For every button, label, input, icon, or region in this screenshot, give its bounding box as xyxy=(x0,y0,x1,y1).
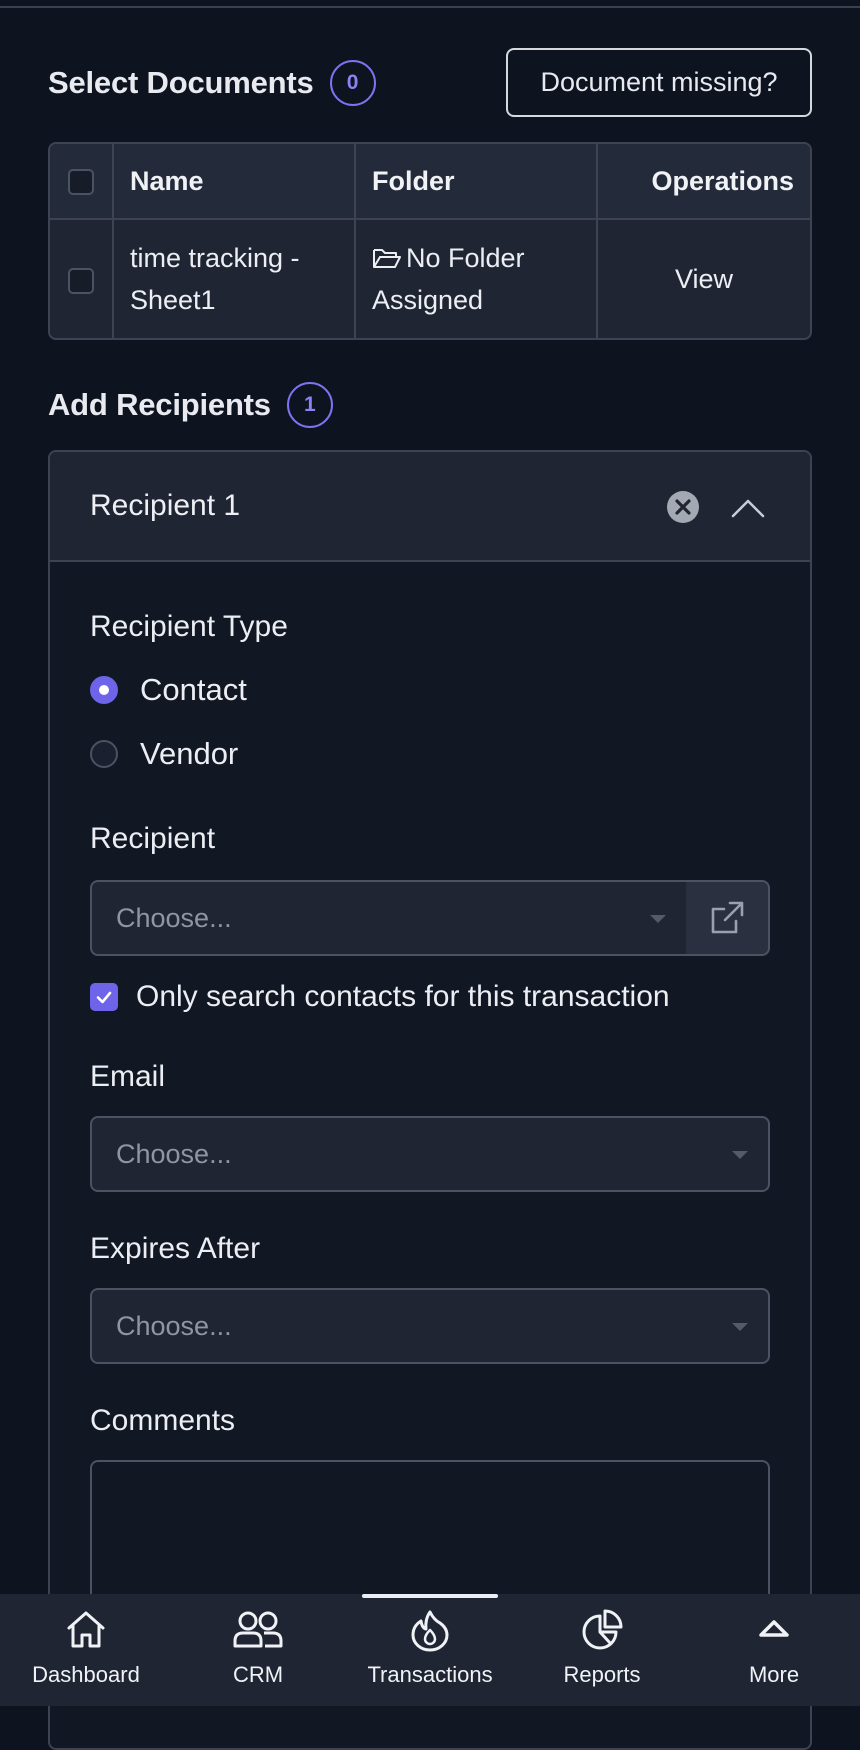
column-header-operations: Operations xyxy=(597,144,810,220)
add-recipients-header: Add Recipients 1 xyxy=(48,382,333,428)
documents-count-badge: 0 xyxy=(329,60,376,106)
section-title: Add Recipients xyxy=(48,387,271,422)
checkmark-icon xyxy=(96,991,112,1004)
nav-label: Transactions xyxy=(367,1662,493,1687)
column-header-folder[interactable]: Folder xyxy=(355,144,598,220)
top-divider xyxy=(0,6,860,8)
row-select-cell xyxy=(50,219,114,338)
nav-label: More xyxy=(748,1662,800,1687)
nav-label: Dashboard xyxy=(32,1662,140,1687)
radio-contact-label: Contact xyxy=(140,672,247,707)
recipient-select[interactable]: Choose... xyxy=(90,880,688,956)
chevron-up-icon xyxy=(759,1620,789,1637)
nav-crm[interactable]: CRM xyxy=(172,1594,344,1706)
only-contacts-checkbox[interactable] xyxy=(90,983,118,1011)
email-placeholder: Choose... xyxy=(116,1138,232,1169)
expires-placeholder: Choose... xyxy=(116,1310,232,1341)
nav-label: Reports xyxy=(563,1662,641,1687)
bottom-navigation: Dashboard CRM Transactions Reports More xyxy=(0,1594,860,1706)
nav-dashboard[interactable]: Dashboard xyxy=(0,1594,172,1706)
caret-down-icon xyxy=(732,1323,748,1331)
chevron-up-icon[interactable] xyxy=(730,490,766,526)
recipients-count-badge: 1 xyxy=(286,382,333,428)
open-external-button[interactable] xyxy=(686,880,770,956)
radio-vendor-label: Vendor xyxy=(140,736,239,771)
table-row: time tracking - Sheet1 No Folder Assigne… xyxy=(50,219,810,338)
email-select[interactable]: Choose... xyxy=(90,1116,770,1192)
row-checkbox[interactable] xyxy=(68,267,94,294)
radio-vendor-input[interactable] xyxy=(90,740,118,768)
active-indicator xyxy=(362,1594,498,1598)
caret-down-icon xyxy=(732,1151,748,1159)
radio-vendor[interactable]: Vendor xyxy=(90,736,238,772)
expires-after-label: Expires After xyxy=(90,1232,261,1265)
recipient-label: Recipient xyxy=(90,822,216,855)
column-header-name[interactable]: Name xyxy=(113,144,356,220)
select-all-checkbox[interactable] xyxy=(68,169,94,196)
recipient-type-label: Recipient Type xyxy=(90,610,288,643)
only-contacts-label: Only search contacts for this transactio… xyxy=(136,980,670,1013)
external-link-icon xyxy=(711,901,744,934)
view-link[interactable]: View xyxy=(597,219,810,338)
email-label: Email xyxy=(90,1060,166,1093)
only-contacts-option[interactable]: Only search contacts for this transactio… xyxy=(90,980,670,1014)
document-missing-button[interactable]: Document missing? xyxy=(506,48,812,117)
nav-transactions[interactable]: Transactions xyxy=(344,1594,516,1706)
nav-more[interactable]: More xyxy=(688,1594,860,1706)
folder-open-icon xyxy=(373,249,401,268)
table-header-row: Name Folder Operations xyxy=(50,144,810,220)
recipient-placeholder: Choose... xyxy=(116,902,232,933)
nav-label: CRM xyxy=(232,1662,284,1687)
radio-contact-input[interactable] xyxy=(90,676,118,704)
document-name: time tracking - Sheet1 xyxy=(113,219,356,338)
caret-down-icon xyxy=(650,915,666,923)
recipient-card-title: Recipient 1 xyxy=(90,489,241,522)
comments-label: Comments xyxy=(90,1404,236,1437)
expires-after-select[interactable]: Choose... xyxy=(90,1288,770,1364)
nav-reports[interactable]: Reports xyxy=(516,1594,688,1706)
pie-chart-icon xyxy=(582,1609,623,1650)
document-folder-cell: No Folder Assigned xyxy=(355,219,598,338)
home-icon xyxy=(67,1611,105,1648)
select-all-cell xyxy=(50,144,114,220)
users-icon xyxy=(233,1611,283,1648)
remove-recipient-icon[interactable] xyxy=(666,490,700,524)
section-title: Select Documents xyxy=(48,65,314,100)
flame-icon xyxy=(411,1610,449,1652)
select-documents-header: Select Documents 0 xyxy=(48,60,376,106)
radio-contact[interactable]: Contact xyxy=(90,672,247,708)
recipient-card-header[interactable]: Recipient 1 xyxy=(50,452,810,562)
documents-table: Name Folder Operations time tracking - S… xyxy=(48,142,812,340)
